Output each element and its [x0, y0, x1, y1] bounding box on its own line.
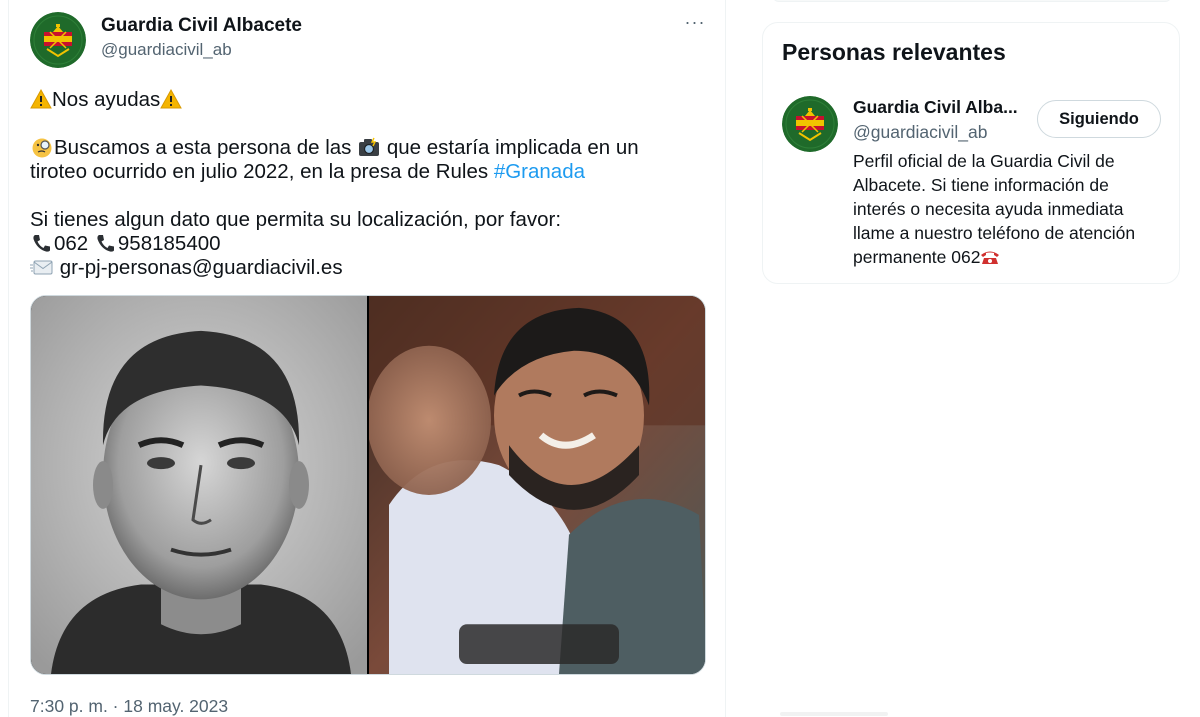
person-handle[interactable]: @guardiacivil_ab: [853, 122, 988, 143]
telephone-icon: [981, 251, 1000, 264]
card-title: Personas relevantes: [782, 39, 1006, 65]
author-handle[interactable]: @guardiacivil_ab: [101, 40, 232, 60]
tweet-text: Nos ayudas Buscamos a esta persona de la…: [30, 88, 690, 280]
person-avatar[interactable]: [782, 96, 838, 152]
more-options-button[interactable]: ···: [683, 12, 707, 36]
guardia-civil-logo-icon: [782, 96, 838, 152]
sidebar: Personas relevantes Guardia Civil Alba..…: [742, 0, 1200, 717]
photo-image: [369, 296, 705, 674]
author-name[interactable]: Guardia Civil Albacete: [101, 15, 302, 37]
email-address: gr-pj-personas@guardiacivil.es: [54, 256, 343, 279]
search-card-edge: [772, 0, 1172, 2]
portrait-image: [31, 296, 367, 674]
tweet-line-2: Buscamos a esta persona de las que estar…: [30, 136, 690, 160]
magnifier-face-icon: [32, 138, 52, 158]
tweet-line-phones: 062 958185400: [30, 232, 690, 256]
tweet-timestamp[interactable]: 7:30 p. m. · 18 may. 2023: [30, 696, 228, 717]
hashtag-link[interactable]: #Granada: [494, 160, 585, 183]
tweet-media[interactable]: [30, 295, 706, 675]
tweet-column: Guardia Civil Albacete @guardiacivil_ab …: [8, 0, 726, 717]
tweet-line-1: Nos ayudas: [30, 88, 690, 112]
author-avatar[interactable]: [30, 12, 86, 68]
warning-icon: [160, 89, 183, 109]
tweet-line-email: gr-pj-personas@guardiacivil.es: [30, 256, 690, 280]
person-name[interactable]: Guardia Civil Alba...: [853, 97, 1033, 118]
person-bio: Perfil oficial de la Guardia Civil de Al…: [853, 151, 1136, 267]
phone-icon: [33, 235, 50, 252]
following-button[interactable]: Siguiendo: [1037, 100, 1161, 138]
camera-flash-icon: [359, 137, 380, 156]
envelope-icon: [30, 260, 53, 275]
more-horizontal-icon: ···: [684, 12, 706, 32]
tweet-heading: Nos ayudas: [52, 88, 161, 111]
tweet-line-4: Si tienes algun dato que permita su loca…: [30, 208, 562, 231]
guardia-civil-logo-icon: [30, 12, 86, 68]
photo-group-selfie[interactable]: [369, 296, 705, 674]
photo-composite-sketch[interactable]: [31, 296, 367, 674]
phone-icon: [97, 235, 114, 252]
relevant-people-card: Personas relevantes Guardia Civil Alba..…: [762, 22, 1180, 284]
tweet-line-3: tiroteo ocurrido en julio 2022, en la pr…: [30, 160, 585, 183]
warning-icon: [30, 89, 52, 109]
next-section-peek: [780, 712, 888, 716]
